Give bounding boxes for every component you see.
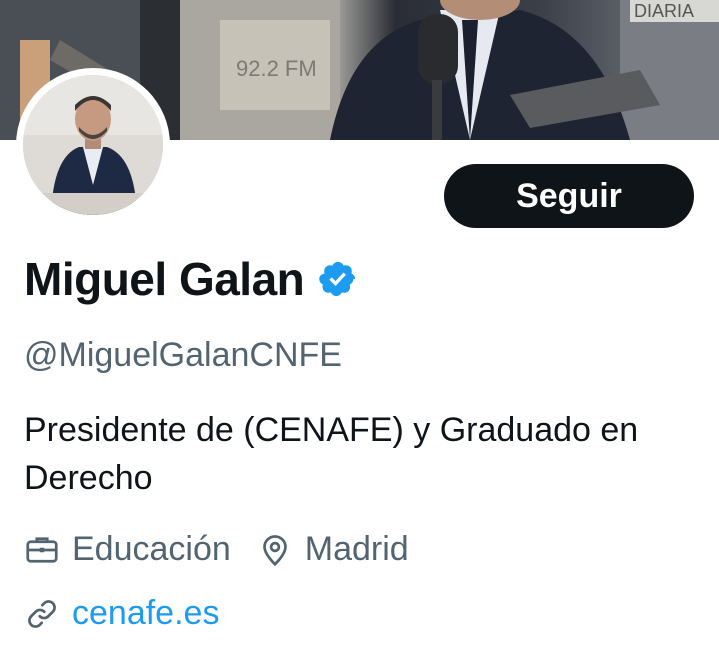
profile-location-label: Madrid: [304, 530, 409, 568]
link-icon: [28, 599, 56, 628]
profile-handle: @MiguelGalanCNFE: [24, 336, 342, 374]
profile-website: cenafe.es: [24, 594, 219, 633]
profile-category-label: Educación: [72, 530, 231, 568]
briefcase-icon: [26, 536, 58, 563]
avatar-photo: [23, 75, 163, 215]
avatar[interactable]: [23, 75, 163, 215]
banner-corner-text: DIARIA: [634, 1, 694, 21]
avatar-ring: [16, 68, 170, 222]
display-name: Miguel Galan: [24, 253, 305, 305]
follow-button[interactable]: Seguir: [444, 164, 694, 228]
name-row: Miguel Galan: [24, 252, 358, 306]
profile-meta: Educación Madrid: [24, 530, 409, 569]
profile-bio: Presidente de (CENAFE) y Graduado en Der…: [24, 411, 639, 497]
profile-website-link[interactable]: cenafe.es: [72, 594, 219, 633]
profile-category: Educación: [24, 530, 231, 569]
location-pin-icon: [262, 534, 287, 566]
verified-badge-icon[interactable]: [318, 259, 358, 299]
profile-location: Madrid: [257, 530, 409, 569]
banner-sign-text: 92.2 FM: [236, 56, 317, 81]
